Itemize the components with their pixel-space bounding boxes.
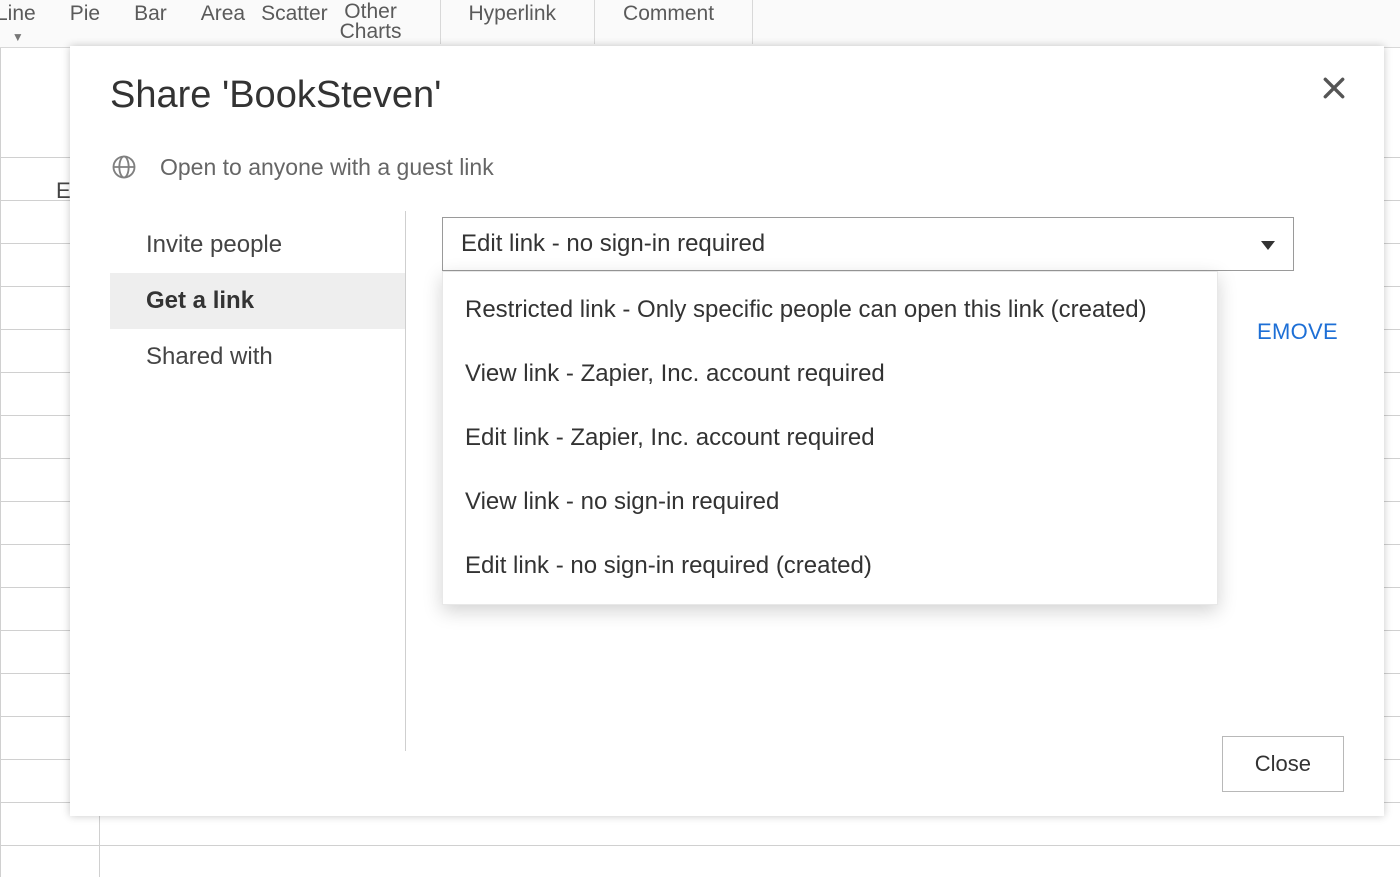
ribbon-item-comment[interactable]: Comment — [623, 2, 714, 26]
access-info-text: Open to anyone with a guest link — [160, 154, 494, 181]
ribbon-divider — [594, 0, 595, 44]
dialog-title: Share 'BookSteven' — [110, 74, 1344, 117]
ribbon-item-hyperlink[interactable]: Hyperlink — [469, 2, 557, 26]
column-header-e[interactable]: E — [56, 178, 71, 204]
share-sidenav: Invite people Get a link Shared with — [110, 211, 406, 751]
dropdown-option[interactable]: View link - no sign-in required — [443, 470, 1217, 534]
share-dialog: Share 'BookSteven' Open to anyone with a… — [70, 46, 1384, 816]
globe-icon — [110, 153, 138, 181]
ribbon-item-scatter[interactable]: Scatter — [261, 2, 328, 26]
chevron-down-icon — [1261, 230, 1275, 258]
ribbon-item-pie[interactable]: Pie — [70, 2, 100, 26]
dropdown-option[interactable]: View link - Zapier, Inc. account require… — [443, 342, 1217, 406]
ribbon-divider — [440, 0, 441, 44]
close-button[interactable]: Close — [1222, 736, 1344, 792]
ribbon-label: Line — [0, 2, 36, 26]
ribbon-item-area[interactable]: Area — [201, 2, 245, 26]
sidenav-item-get-link[interactable]: Get a link — [110, 273, 405, 329]
sidenav-item-shared-with[interactable]: Shared with — [110, 329, 405, 385]
dropdown-option[interactable]: Restricted link - Only specific people c… — [443, 278, 1217, 342]
dropdown-option[interactable]: Edit link - no sign-in required (created… — [443, 534, 1217, 598]
close-icon[interactable] — [1316, 70, 1352, 106]
chevron-down-icon: ▼ — [12, 30, 24, 44]
dropdown-selected-label: Edit link - no sign-in required — [461, 230, 765, 258]
dropdown-option[interactable]: Edit link - Zapier, Inc. account require… — [443, 406, 1217, 470]
remove-link-label[interactable]: EMOVE — [1257, 319, 1338, 345]
ribbon-divider — [752, 0, 753, 44]
link-type-dropdown[interactable]: Edit link - no sign-in required — [442, 217, 1294, 271]
sidenav-item-invite[interactable]: Invite people — [110, 217, 405, 273]
ribbon-item-bar[interactable]: Bar — [134, 2, 167, 26]
access-info-row: Open to anyone with a guest link — [110, 153, 1344, 181]
ribbon-item-line[interactable]: Line ▼ — [0, 2, 36, 44]
share-main-panel: Edit link - no sign-in required EMOVE Re… — [406, 211, 1344, 751]
link-type-dropdown-list: Restricted link - Only specific people c… — [442, 271, 1218, 605]
ribbon-item-other-charts[interactable]: OtherCharts — [340, 2, 402, 42]
ribbon: Line ▼ Pie Bar Area Scatter OtherCharts … — [0, 0, 1400, 48]
